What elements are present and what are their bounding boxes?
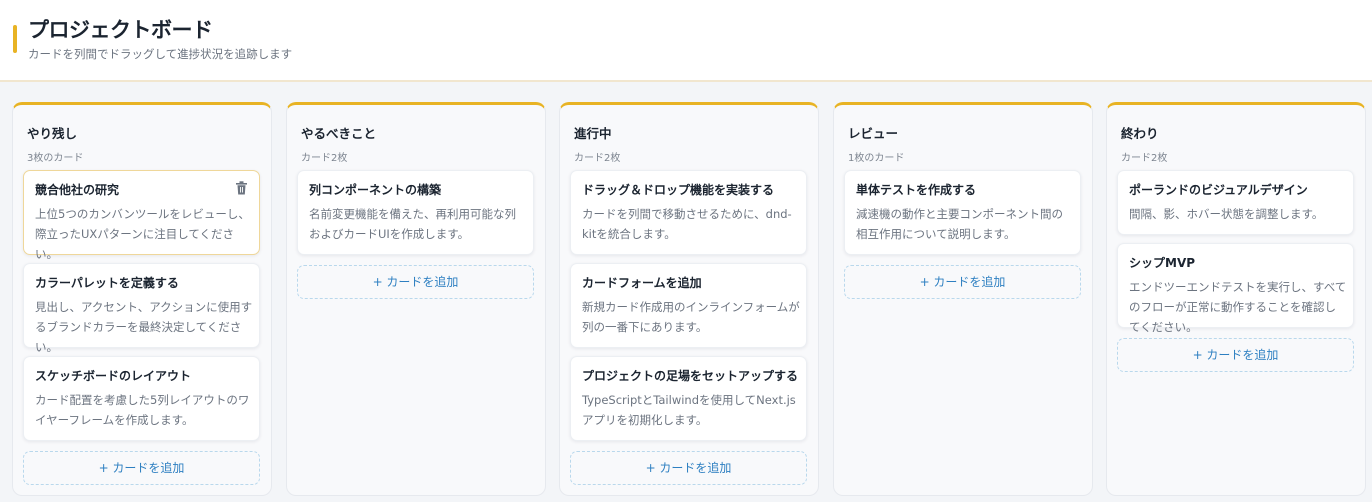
card[interactable]: カラーパレットを定義する 見出し、アクセント、アクションに使用するブランドカラー… xyxy=(23,263,260,354)
add-card-button[interactable]: + カードを追加 xyxy=(23,451,260,485)
page-subtitle: カードを列間でドラッグして進捗状況を追跡します xyxy=(28,47,293,61)
column-backlog: やり残し 3枚のカード 競合他社の研究 上位5つのカンバンツールをレビューし、際… xyxy=(12,102,272,496)
card-title: カラーパレットを定義する xyxy=(35,276,179,290)
card-title: カードフォームを追加 xyxy=(582,276,702,290)
add-card-button[interactable]: + カードを追加 xyxy=(844,265,1081,299)
card[interactable]: ドラッグ＆ドロップ機能を実装する カードを列間で移動させるために、dnd-kit… xyxy=(570,170,807,255)
card[interactable]: ポーランドのビジュアルデザイン 間隔、影、ホバー状態を調整します。 xyxy=(1117,170,1354,235)
card-description: 上位5つのカンバンツールをレビューし、際立ったUXパターンに注目してください。 xyxy=(35,207,250,261)
card-title: シップMVP xyxy=(1129,256,1196,270)
column-title[interactable]: レビュー xyxy=(848,123,898,142)
column-review: レビュー 1枚のカード 単体テストを作成する 減速機の動作と主要コンポーネント間… xyxy=(833,102,1093,496)
card-description: TypeScriptとTailwindを使用してNext.jsアプリを初期化しま… xyxy=(582,393,796,427)
trash-icon[interactable] xyxy=(235,181,248,195)
column-title[interactable]: やるべきこと xyxy=(301,123,376,142)
add-card-button[interactable]: + カードを追加 xyxy=(570,451,807,485)
add-card-button[interactable]: + カードを追加 xyxy=(1117,338,1354,372)
card-title: 列コンポーネントの構築 xyxy=(309,183,442,197)
card-description: 名前変更機能を備えた、再利用可能な列およびカードUIを作成します。 xyxy=(309,207,516,241)
column-title[interactable]: 終わり xyxy=(1121,123,1159,142)
column-in-progress: 進行中 カード2枚 ドラッグ＆ドロップ機能を実装する カードを列間で移動させるた… xyxy=(559,102,819,496)
column-card-count: カード2枚 xyxy=(1121,153,1168,164)
column-title[interactable]: やり残し xyxy=(27,123,77,142)
card-title: ポーランドのビジュアルデザイン xyxy=(1129,183,1308,197)
column-todo: やるべきこと カード2枚 列コンポーネントの構築 名前変更機能を備えた、再利用可… xyxy=(286,102,546,496)
page-header: プロジェクトボード カードを列間でドラッグして進捗状況を追跡します xyxy=(0,0,1372,82)
card-description: カード配置を考慮した5列レイアウトのワイヤーフレームを作成します。 xyxy=(35,393,250,427)
card[interactable]: プロジェクトの足場をセットアップする TypeScriptとTailwindを使… xyxy=(570,356,807,441)
column-card-count: 3枚のカード xyxy=(27,153,84,164)
card[interactable]: 競合他社の研究 上位5つのカンバンツールをレビューし、際立ったUXパターンに注目… xyxy=(23,170,260,261)
card[interactable]: スケッチボードのレイアウト カード配置を考慮した5列レイアウトのワイヤーフレーム… xyxy=(23,356,260,441)
add-card-button[interactable]: + カードを追加 xyxy=(297,265,534,299)
card-description: 間隔、影、ホバー状態を調整します。 xyxy=(1129,207,1324,221)
card-title: プロジェクトの足場をセットアップする xyxy=(582,369,799,383)
card-title: 競合他社の研究 xyxy=(35,183,120,197)
page-title: プロジェクトボード xyxy=(28,18,213,42)
card-description: カードを列間で移動させるために、dnd-kitを統合します。 xyxy=(582,207,792,241)
column-card-count: 1枚のカード xyxy=(848,153,905,164)
column-card-count: カード2枚 xyxy=(301,153,348,164)
column-card-count: カード2枚 xyxy=(574,153,621,164)
card-description: 減速機の動作と主要コンポーネント間の相互作用について説明します。 xyxy=(856,207,1063,241)
card-description: エンドツーエンドテストを実行し、すべてのフローが正常に動作することを確認してくだ… xyxy=(1129,280,1347,334)
card-description: 見出し、アクセント、アクションに使用するブランドカラーを最終決定してください。 xyxy=(35,300,253,354)
card[interactable]: 列コンポーネントの構築 名前変更機能を備えた、再利用可能な列およびカードUIを作… xyxy=(297,170,534,255)
card[interactable]: 単体テストを作成する 減速機の動作と主要コンポーネント間の相互作用について説明し… xyxy=(844,170,1081,255)
column-title[interactable]: 進行中 xyxy=(574,123,612,142)
card-title: ドラッグ＆ドロップ機能を実装する xyxy=(582,183,775,197)
card-title: 単体テストを作成する xyxy=(856,183,977,197)
card[interactable]: シップMVP エンドツーエンドテストを実行し、すべてのフローが正常に動作すること… xyxy=(1117,243,1354,334)
header-accent-bar xyxy=(13,25,17,53)
card[interactable]: カードフォームを追加 新規カード作成用のインラインフォームが列の一番下にあります… xyxy=(570,263,807,348)
card-description: 新規カード作成用のインラインフォームが列の一番下にあります。 xyxy=(582,300,800,334)
card-title: スケッチボードのレイアウト xyxy=(35,369,192,383)
column-done: 終わり カード2枚 ポーランドのビジュアルデザイン 間隔、影、ホバー状態を調整し… xyxy=(1106,102,1366,496)
